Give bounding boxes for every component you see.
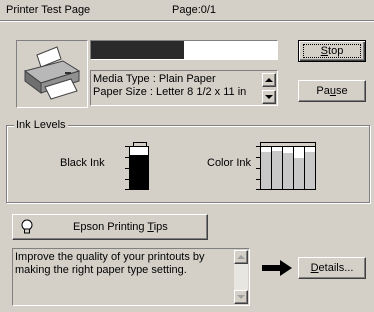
color-ink-tank-yellow	[282, 147, 293, 189]
window-title: Printer Test Page	[6, 4, 91, 16]
epson-printing-tips-button[interactable]: Epson Printing Tips	[12, 214, 208, 240]
color-ink-tank-magenta	[271, 147, 282, 189]
tip-scroll-down[interactable]	[234, 290, 248, 304]
details-button-accel: D	[310, 262, 319, 274]
tip-scrollbar[interactable]	[234, 250, 248, 304]
color-ink-cartridge	[260, 142, 316, 190]
progress-bar	[90, 40, 278, 60]
ink-levels-label: Ink Levels	[14, 119, 68, 131]
black-ink-level	[130, 154, 148, 189]
media-info-box: Media Type : Plain Paper Paper Size : Le…	[90, 70, 278, 106]
right-arrow-icon	[262, 260, 292, 276]
color-ink-tank-light-cyan	[293, 147, 304, 189]
media-type-text: Media Type : Plain Paper	[93, 73, 216, 85]
pause-button-label-pre: Pa	[316, 85, 330, 97]
lightbulb-icon	[21, 219, 33, 234]
details-button[interactable]: Details...	[298, 257, 366, 279]
progress-fill	[91, 41, 184, 59]
color-ink-level-magenta	[272, 151, 282, 189]
printer-icon	[16, 40, 88, 108]
color-ink-tank-cyan	[261, 147, 271, 189]
tip-text-box: Improve the quality of your printouts by…	[12, 248, 250, 306]
header-divider	[0, 20, 374, 22]
color-ink-level-light-magenta	[305, 152, 315, 189]
tips-button-label: Epson Printing	[73, 221, 148, 233]
paper-size-text: Paper Size : Letter 8 1/2 x 11 in	[93, 86, 247, 98]
stop-focus-ring	[303, 44, 361, 58]
scroll-up-icon	[265, 78, 273, 82]
color-ink-level-light-cyan	[294, 157, 304, 189]
tips-button-label-post: ips	[153, 221, 168, 233]
color-ink-level-yellow	[283, 153, 293, 189]
color-ink-tank-light-magenta	[304, 147, 315, 189]
tip-scroll-up[interactable]	[234, 250, 248, 264]
scroll-up-icon	[237, 255, 245, 259]
info-scroll-down[interactable]	[262, 90, 276, 104]
scroll-down-icon	[237, 295, 245, 299]
printer-icon-graphic	[23, 46, 81, 100]
black-ink-label: Black Ink	[60, 157, 105, 169]
tip-text: Improve the quality of your printouts by…	[15, 251, 205, 276]
stop-button[interactable]: Stop	[298, 40, 366, 62]
black-ink-cartridge	[129, 142, 149, 190]
pause-button[interactable]: Pa u se	[298, 80, 366, 102]
page-counter: Page:0/1	[172, 4, 217, 16]
details-button-label: etails...	[318, 262, 354, 274]
color-ink-label: Color Ink	[207, 157, 252, 169]
color-ink-level-cyan	[261, 152, 271, 189]
pause-button-label: se	[335, 85, 348, 97]
scroll-down-icon	[265, 95, 273, 99]
info-scroll-up[interactable]	[262, 73, 276, 87]
